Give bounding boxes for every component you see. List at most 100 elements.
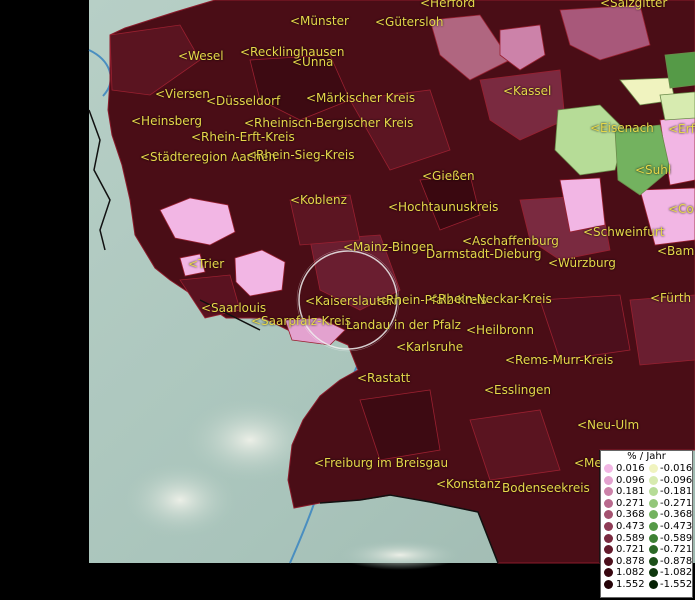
legend-value-negative: -0.368 — [660, 509, 693, 521]
city-label: <Salzgitter — [600, 0, 668, 10]
city-label: <Eisenach — [590, 121, 654, 135]
city-label: <Freiburg im Breisgau — [314, 456, 449, 470]
city-label: <Esslingen — [484, 383, 552, 397]
legend-value-negative: -0.589 — [660, 532, 693, 544]
legend-value-negative: -0.096 — [660, 474, 693, 486]
legend-value-negative: -0.721 — [660, 544, 693, 556]
legend-value-positive: 0.589 — [616, 532, 645, 544]
city-label: <Gütersloh — [375, 15, 444, 29]
legend-value-positive: 0.016 — [616, 463, 645, 474]
city-label: <Heinsberg — [131, 114, 202, 128]
legend: % / Jahr 0.016 -0.016 0.096 -0.096 0.181 -0.1… — [600, 450, 693, 598]
city-label: <Würzburg — [548, 256, 616, 270]
legend-swatch-positive — [604, 510, 613, 520]
city-label: Darmstadt-Dieburg — [426, 247, 542, 261]
legend-swatch-positive — [604, 475, 613, 485]
city-label: Landau in der Pfalz — [346, 318, 461, 332]
legend-swatch-negative — [649, 464, 658, 473]
legend-swatch-negative — [649, 556, 658, 566]
legend-swatch-positive — [604, 556, 613, 566]
legend-swatch-negative — [649, 521, 658, 531]
city-label: <Konstanz — [436, 477, 501, 491]
legend-value-positive: 0.721 — [616, 544, 645, 556]
legend-swatch-negative — [649, 487, 658, 497]
legend-row: 0.878 -0.878 — [601, 556, 692, 568]
legend-value-positive: 0.368 — [616, 509, 645, 521]
city-label: <Herford — [420, 0, 476, 10]
city-label: <Rhein-Erft-Kreis — [191, 130, 295, 144]
legend-row: 0.096 -0.096 — [601, 475, 692, 487]
city-label: <Koblenz — [290, 193, 347, 207]
legend-value-negative: -0.271 — [660, 497, 693, 509]
city-label: <Gießen — [422, 169, 475, 183]
city-label: <Trier — [188, 257, 225, 271]
legend-value-negative: -0.878 — [660, 555, 693, 567]
legend-swatch-positive — [604, 498, 613, 508]
legend-title: % / Jahr — [627, 451, 666, 462]
city-label: <Neu-Ulm — [577, 418, 640, 432]
legend-swatch-negative — [649, 498, 658, 508]
city-label: <Suhl — [635, 163, 672, 177]
legend-value-negative: -0.016 — [660, 463, 693, 474]
legend-row: 1.082 -1.082 — [601, 567, 692, 579]
legend-swatch-negative — [649, 510, 658, 520]
city-label: <Münster — [290, 14, 349, 28]
city-label: <Rhein-Neckar-Kreis — [428, 292, 552, 306]
legend-row: 0.016 -0.016 — [601, 463, 692, 475]
legend-value-positive: 0.181 — [616, 486, 645, 498]
city-label: <Rastatt — [357, 371, 411, 385]
city-label: <Rheinisch-Bergischer Kreis — [244, 116, 414, 130]
legend-swatch-positive — [604, 545, 613, 555]
legend-value-positive: 1.552 — [616, 578, 645, 590]
legend-value-negative: -0.181 — [660, 486, 693, 498]
city-label: <Fürth — [650, 291, 692, 305]
city-label: <Rhein-Sieg-Kreis — [246, 148, 355, 162]
legend-value-negative: -1.082 — [660, 567, 693, 579]
legend-value-positive: 1.082 — [616, 567, 645, 579]
city-label: <Me — [574, 456, 602, 470]
city-label: <Mainz-Bingen — [343, 240, 434, 254]
city-label: <Schweinfurt — [583, 225, 665, 239]
legend-swatch-negative — [649, 533, 658, 543]
legend-swatch-positive — [604, 533, 613, 543]
legend-row: 1.552 -1.552 — [601, 579, 692, 591]
legend-swatch-positive — [604, 487, 613, 497]
city-label: <Karlsruhe — [396, 340, 464, 354]
legend-row: 0.181 -0.181 — [601, 486, 692, 498]
city-label: <Kassel — [503, 84, 552, 98]
legend-swatch-positive — [604, 464, 613, 473]
city-label: <Saarpfalz-Kreis — [251, 314, 351, 328]
legend-row: 0.589 -0.589 — [601, 533, 692, 545]
legend-value-positive: 0.271 — [616, 497, 645, 509]
city-label: <Bamb — [657, 244, 695, 258]
legend-swatch-positive — [604, 568, 613, 578]
city-label: <Düsseldorf — [206, 94, 281, 108]
legend-value-negative: -1.552 — [660, 578, 693, 590]
legend-value-positive: 0.473 — [616, 520, 645, 532]
legend-value-positive: 0.096 — [616, 474, 645, 486]
city-label: <Märkischer Kreis — [306, 91, 416, 105]
legend-row: 0.473 -0.473 — [601, 521, 692, 533]
legend-swatch-negative — [649, 475, 658, 485]
legend-row: 0.721 -0.721 — [601, 544, 692, 556]
legend-value-positive: 0.878 — [616, 555, 645, 567]
legend-swatch-negative — [649, 568, 658, 578]
city-label: Bodenseekreis — [502, 481, 590, 495]
legend-row: 0.368 -0.368 — [601, 509, 692, 521]
city-label: <Viersen — [155, 87, 210, 101]
city-label: <Saarlouis — [201, 301, 267, 315]
legend-swatch-positive — [604, 521, 613, 531]
legend-row: 0.271 -0.271 — [601, 498, 692, 510]
legend-swatch-negative — [649, 579, 658, 589]
legend-value-negative: -0.473 — [660, 520, 693, 532]
city-label: <Unna — [292, 55, 334, 69]
city-label: <Wesel — [178, 49, 224, 63]
city-label: <Co — [668, 202, 694, 216]
city-label: <Erfu — [668, 122, 695, 136]
legend-swatch-positive — [604, 579, 613, 589]
city-label: <Aschaffenburg — [462, 234, 559, 248]
city-label: <Rems-Murr-Kreis — [505, 353, 614, 367]
legend-swatch-negative — [649, 545, 658, 555]
city-label: <Hochtaunuskreis — [388, 200, 499, 214]
city-label: <Heilbronn — [466, 323, 534, 337]
